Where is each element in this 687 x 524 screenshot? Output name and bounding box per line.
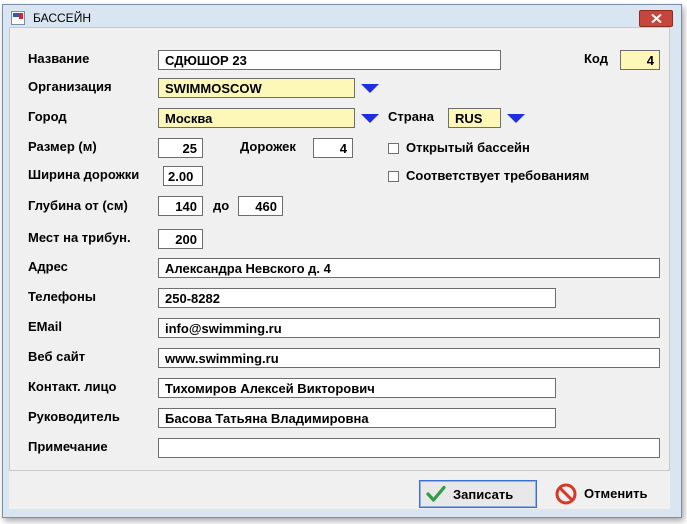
- country-field[interactable]: RUS: [448, 108, 501, 128]
- app-icon: [11, 11, 25, 25]
- city-field[interactable]: Москва: [158, 108, 355, 128]
- country-dropdown-arrow-icon[interactable]: [507, 114, 525, 123]
- manager-label: Руководитель: [28, 409, 120, 424]
- depth-from-field[interactable]: 140: [158, 196, 203, 216]
- note-field[interactable]: [158, 438, 660, 458]
- address-field[interactable]: Александра Невского д. 4: [158, 258, 660, 278]
- depth-to-label: до: [213, 198, 230, 213]
- open-pool-checkbox[interactable]: [388, 143, 399, 154]
- depth-to-field[interactable]: 460: [238, 196, 283, 216]
- note-label: Примечание: [28, 439, 108, 454]
- city-dropdown-arrow-icon[interactable]: [361, 114, 379, 123]
- close-icon: [651, 14, 662, 23]
- name-field[interactable]: СДЮШОР 23: [158, 50, 501, 70]
- size-label: Размер (м): [28, 139, 97, 154]
- cancel-button[interactable]: Отменить: [549, 480, 665, 508]
- website-field[interactable]: www.swimming.ru: [158, 348, 660, 368]
- code-label: Код: [584, 51, 608, 66]
- cancel-button-label: Отменить: [584, 486, 648, 501]
- save-button[interactable]: Записать: [419, 480, 537, 508]
- organization-label: Организация: [28, 79, 112, 94]
- email-label: EMail: [28, 319, 62, 334]
- seats-label: Мест на трибун.: [28, 230, 131, 245]
- seats-field[interactable]: 200: [158, 229, 203, 249]
- phones-label: Телефоны: [28, 289, 96, 304]
- open-pool-label: Открытый бассейн: [406, 140, 530, 155]
- lane-width-label: Ширина дорожки: [28, 167, 140, 182]
- window-title: БАССЕЙН: [33, 11, 91, 25]
- meets-requirements-label: Соответствует требованиям: [406, 168, 590, 183]
- meets-requirements-checkbox[interactable]: [388, 171, 399, 182]
- country-label: Страна: [388, 109, 435, 124]
- manager-field[interactable]: Басова Татьяна Владимировна: [158, 408, 556, 428]
- lane-width-field[interactable]: 2.00: [163, 166, 203, 186]
- contact-field[interactable]: Тихомиров Алексей Викторович: [158, 378, 556, 398]
- contact-label: Контакт. лицо: [28, 379, 117, 394]
- city-label: Город: [28, 109, 67, 124]
- website-label: Веб сайт: [28, 349, 86, 364]
- save-button-label: Записать: [453, 487, 514, 502]
- email-field[interactable]: info@swimming.ru: [158, 318, 660, 338]
- checkmark-icon: [426, 485, 446, 502]
- no-entry-icon: [555, 483, 577, 505]
- lanes-label: Дорожек: [240, 139, 296, 154]
- size-field[interactable]: 25: [158, 138, 203, 158]
- lanes-field[interactable]: 4: [313, 138, 353, 158]
- address-label: Адрес: [28, 259, 68, 274]
- depth-from-label: Глубина от (см): [28, 198, 128, 213]
- code-field[interactable]: 4: [620, 50, 660, 70]
- close-button[interactable]: [639, 10, 673, 27]
- name-label: Название: [28, 51, 90, 66]
- phones-field[interactable]: 250-8282: [158, 288, 556, 308]
- organization-dropdown-arrow-icon[interactable]: [361, 84, 379, 93]
- organization-field[interactable]: SWIMMOSCOW: [158, 78, 355, 98]
